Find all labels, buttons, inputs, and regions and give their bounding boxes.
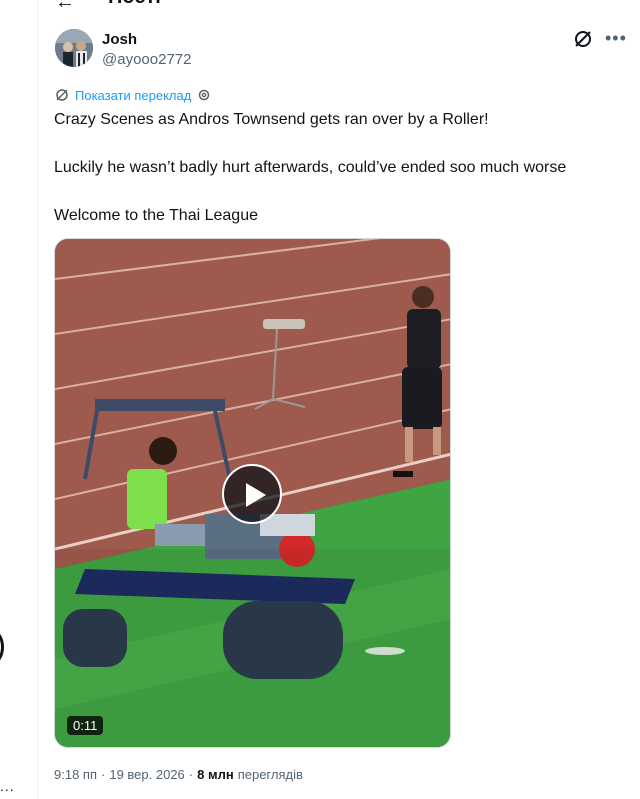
back-arrow-icon[interactable]: ← xyxy=(55,0,75,12)
author-handle[interactable]: @ayooo2772 xyxy=(102,51,191,68)
views-label: переглядів xyxy=(237,767,303,782)
more-options-icon[interactable]: ••• xyxy=(605,29,627,47)
author-name[interactable]: Josh xyxy=(102,31,137,48)
tweet-line: Crazy Scenes as Andros Townsend gets ran… xyxy=(54,111,489,128)
more-dots[interactable]: ... xyxy=(0,778,15,794)
grok-icon[interactable] xyxy=(573,29,593,49)
meta-separator: · xyxy=(188,767,194,782)
video-duration: 0:11 xyxy=(67,716,104,735)
translate-icon xyxy=(56,89,68,101)
video-player[interactable]: 0:11 xyxy=(54,238,451,748)
tweet-text: Crazy Scenes as Andros Townsend gets ran… xyxy=(54,108,624,228)
avatar[interactable] xyxy=(55,29,93,67)
tweet-line: Luckily he wasn’t badly hurt afterwards,… xyxy=(54,159,567,176)
page-header: ← Пості xyxy=(38,0,640,14)
play-icon xyxy=(246,483,266,507)
post-date[interactable]: 19 вер. 2026 xyxy=(109,767,184,782)
gear-icon[interactable] xyxy=(197,88,211,102)
translate-row[interactable]: Показати переклад xyxy=(55,86,211,104)
page-title: Пості xyxy=(108,0,161,9)
meta-separator: · xyxy=(101,767,106,782)
left-panel: ... xyxy=(0,0,38,799)
post-time[interactable]: 9:18 пп xyxy=(54,767,97,782)
tweet-line: Welcome to the Thai League xyxy=(54,207,258,224)
post-meta: 9:18 пп · 19 вер. 2026 · 8 млн перегляді… xyxy=(54,767,303,782)
play-button[interactable] xyxy=(222,464,282,524)
circle-icon xyxy=(0,630,4,664)
show-translation-link[interactable]: Показати переклад xyxy=(75,88,191,103)
view-count[interactable]: 8 млн xyxy=(197,767,234,782)
post-column: ← Пості Josh @ayooo2772 ••• Показати пер… xyxy=(38,0,640,799)
